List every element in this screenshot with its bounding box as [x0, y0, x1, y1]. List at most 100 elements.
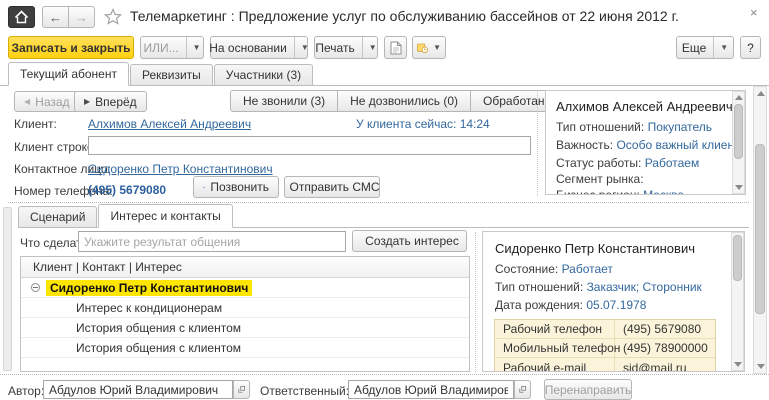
contact-relation-value[interactable]: Заказчик; Сторонник — [587, 280, 702, 294]
choose-icon — [519, 385, 526, 394]
phone-number-value[interactable]: (495) 5679080 — [88, 183, 166, 197]
create-interest-button[interactable]: Создать интерес — [352, 230, 467, 252]
client-link[interactable]: Алхимов Алексей Андреевич — [88, 117, 251, 131]
segment-label: Сегмент рынка: — [556, 172, 644, 186]
relation-type-label: Тип отношений: — [556, 120, 644, 134]
scrollbar-thumb[interactable] — [755, 144, 765, 314]
arrow-left-icon: ← — [49, 10, 62, 25]
channel-label: Рабочий e-mail — [495, 358, 615, 372]
tree-row-label[interactable]: История общения с клиентом — [76, 321, 241, 335]
contact-card-name: Сидоренко Петр Константинович — [495, 241, 726, 256]
choose-icon — [238, 385, 245, 394]
toolbar: Записать и закрыть ИЛИ... ▼ На основании… — [0, 32, 769, 62]
tab-current-subscriber[interactable]: Текущий абонент — [8, 62, 129, 86]
reminder-button[interactable]: ▼ — [412, 36, 446, 59]
author-choose-button[interactable] — [233, 380, 250, 399]
left-splitter-handle[interactable] — [3, 207, 12, 371]
interest-tree: Клиент | Контакт | Интерес Сидоренко Пет… — [20, 256, 470, 372]
scroll-up-icon[interactable] — [757, 91, 765, 96]
importance-label: Важность: — [556, 138, 613, 152]
state-value[interactable]: Работает — [562, 262, 613, 276]
main-scrollbar[interactable] — [753, 86, 767, 374]
channel-value: sid@mail.ru — [615, 361, 687, 373]
client-string-input[interactable] — [88, 136, 531, 155]
tab-scenario[interactable]: Сценарий — [18, 206, 97, 227]
collapse-icon[interactable] — [31, 283, 40, 292]
responsible-input[interactable] — [348, 380, 514, 399]
table-row: Рабочий телефон (495) 5679080 — [495, 320, 715, 339]
channel-value: (495) 5679080 — [615, 322, 701, 336]
client-card-panel: Алхимов Алексей Андреевич Тип отношений:… — [545, 90, 746, 195]
channel-label: Мобильный телефон — [495, 339, 615, 357]
region-value[interactable]: Москва — [643, 188, 684, 195]
reminder-icon — [417, 41, 428, 55]
horizontal-splitter[interactable] — [8, 202, 749, 203]
contact-relation-label: Тип отношений: — [495, 280, 583, 294]
tree-row-label[interactable]: История общения с клиентом — [76, 341, 241, 355]
client-card-scrollbar[interactable] — [732, 91, 745, 194]
tree-column-header[interactable]: Клиент | Контакт | Интерес — [21, 257, 469, 278]
back-nav-button[interactable]: ◀ Назад — [14, 91, 80, 112]
forward-button[interactable]: → — [68, 6, 95, 28]
scroll-down-icon[interactable] — [735, 185, 743, 190]
attached-files-button[interactable] — [384, 36, 407, 59]
scroll-up-icon[interactable] — [735, 95, 743, 100]
forward-nav-button[interactable]: ▶ Вперёд — [74, 91, 147, 112]
scroll-down-icon[interactable] — [734, 362, 742, 367]
phone-icon — [203, 181, 205, 194]
home-button[interactable] — [8, 6, 35, 28]
region-label: Бизнес регион: — [556, 188, 640, 195]
send-sms-button[interactable]: Отправить СМС — [284, 176, 380, 198]
vertical-splitter[interactable] — [537, 90, 538, 196]
tree-row-history[interactable]: История общения с клиентом — [21, 338, 469, 358]
tab-participants[interactable]: Участники (3) — [214, 64, 313, 85]
tab-requisites[interactable]: Реквизиты — [130, 64, 213, 85]
more-button[interactable]: Еще ▼ — [676, 36, 734, 59]
tree-row-history[interactable]: История общения с клиентом — [21, 318, 469, 338]
scrollbar-thumb[interactable] — [733, 235, 742, 281]
titlebar: ← → Телемаркетинг : Предложение услуг по… — [0, 0, 769, 32]
contact-person-link[interactable]: Сидоренко Петр Константинович — [88, 162, 273, 176]
work-status-value[interactable]: Работаем — [645, 156, 700, 170]
chevron-down-icon: ▼ — [433, 44, 441, 52]
main-tabstrip: Текущий абонент Реквизиты Участники (3) — [0, 62, 769, 86]
call-button[interactable]: Позвонить — [193, 176, 279, 198]
responsible-choose-button[interactable] — [514, 380, 531, 399]
relation-type-value[interactable]: Покупатель — [648, 120, 712, 134]
not-called-button[interactable]: Не звонили (3) — [230, 90, 338, 112]
favorites-star-icon[interactable] — [104, 8, 122, 25]
tree-row-interest[interactable]: Интерес к кондиционерам — [21, 298, 469, 318]
scrollbar-thumb[interactable] — [734, 104, 743, 159]
scroll-down-icon[interactable] — [757, 364, 765, 369]
or-dropdown-button[interactable]: ИЛИ... ▼ — [140, 36, 204, 59]
call-result-input[interactable] — [78, 231, 346, 252]
importance-value[interactable]: Особо важный клиент — [616, 138, 739, 152]
tree-row-contact[interactable]: Сидоренко Петр Константинович — [21, 278, 469, 298]
channel-value: (495) 78900000 — [615, 341, 708, 355]
client-local-time: У клиента сейчас: 14:24 — [356, 117, 490, 131]
document-icon — [390, 41, 402, 55]
contact-card-scrollbar[interactable] — [731, 232, 744, 371]
client-card-name: Алхимов Алексей Андреевич — [556, 99, 725, 114]
not-reached-button[interactable]: Не дозвонились (0) — [338, 90, 471, 112]
tab-interest-contacts[interactable]: Интерес и контакты — [98, 204, 232, 228]
based-on-button[interactable]: На основании ▼ — [210, 36, 308, 59]
client-label: Клиент: — [14, 117, 57, 131]
birth-date-value[interactable]: 05.07.1978 — [586, 298, 646, 312]
print-button[interactable]: Печать ▼ — [314, 36, 378, 59]
close-icon[interactable]: × — [750, 5, 758, 20]
tree-row-label[interactable]: Интерес к кондиционерам — [76, 301, 222, 315]
author-input[interactable] — [43, 380, 233, 399]
save-close-button[interactable]: Записать и закрыть — [8, 36, 134, 59]
chevron-down-icon: ▼ — [193, 44, 201, 52]
tree-row-label[interactable]: Сидоренко Петр Константинович — [46, 280, 252, 296]
redirect-button[interactable]: Перенаправить — [544, 379, 632, 400]
birth-date-label: Дата рождения: — [495, 298, 583, 312]
help-button[interactable]: ? — [740, 36, 761, 59]
responsible-label: Ответственный: — [260, 384, 349, 398]
triangle-right-icon: ▶ — [84, 97, 90, 106]
back-button[interactable]: ← — [42, 6, 69, 28]
home-icon — [14, 10, 29, 24]
vertical-splitter[interactable] — [475, 232, 476, 372]
chevron-down-icon: ▼ — [720, 44, 728, 52]
